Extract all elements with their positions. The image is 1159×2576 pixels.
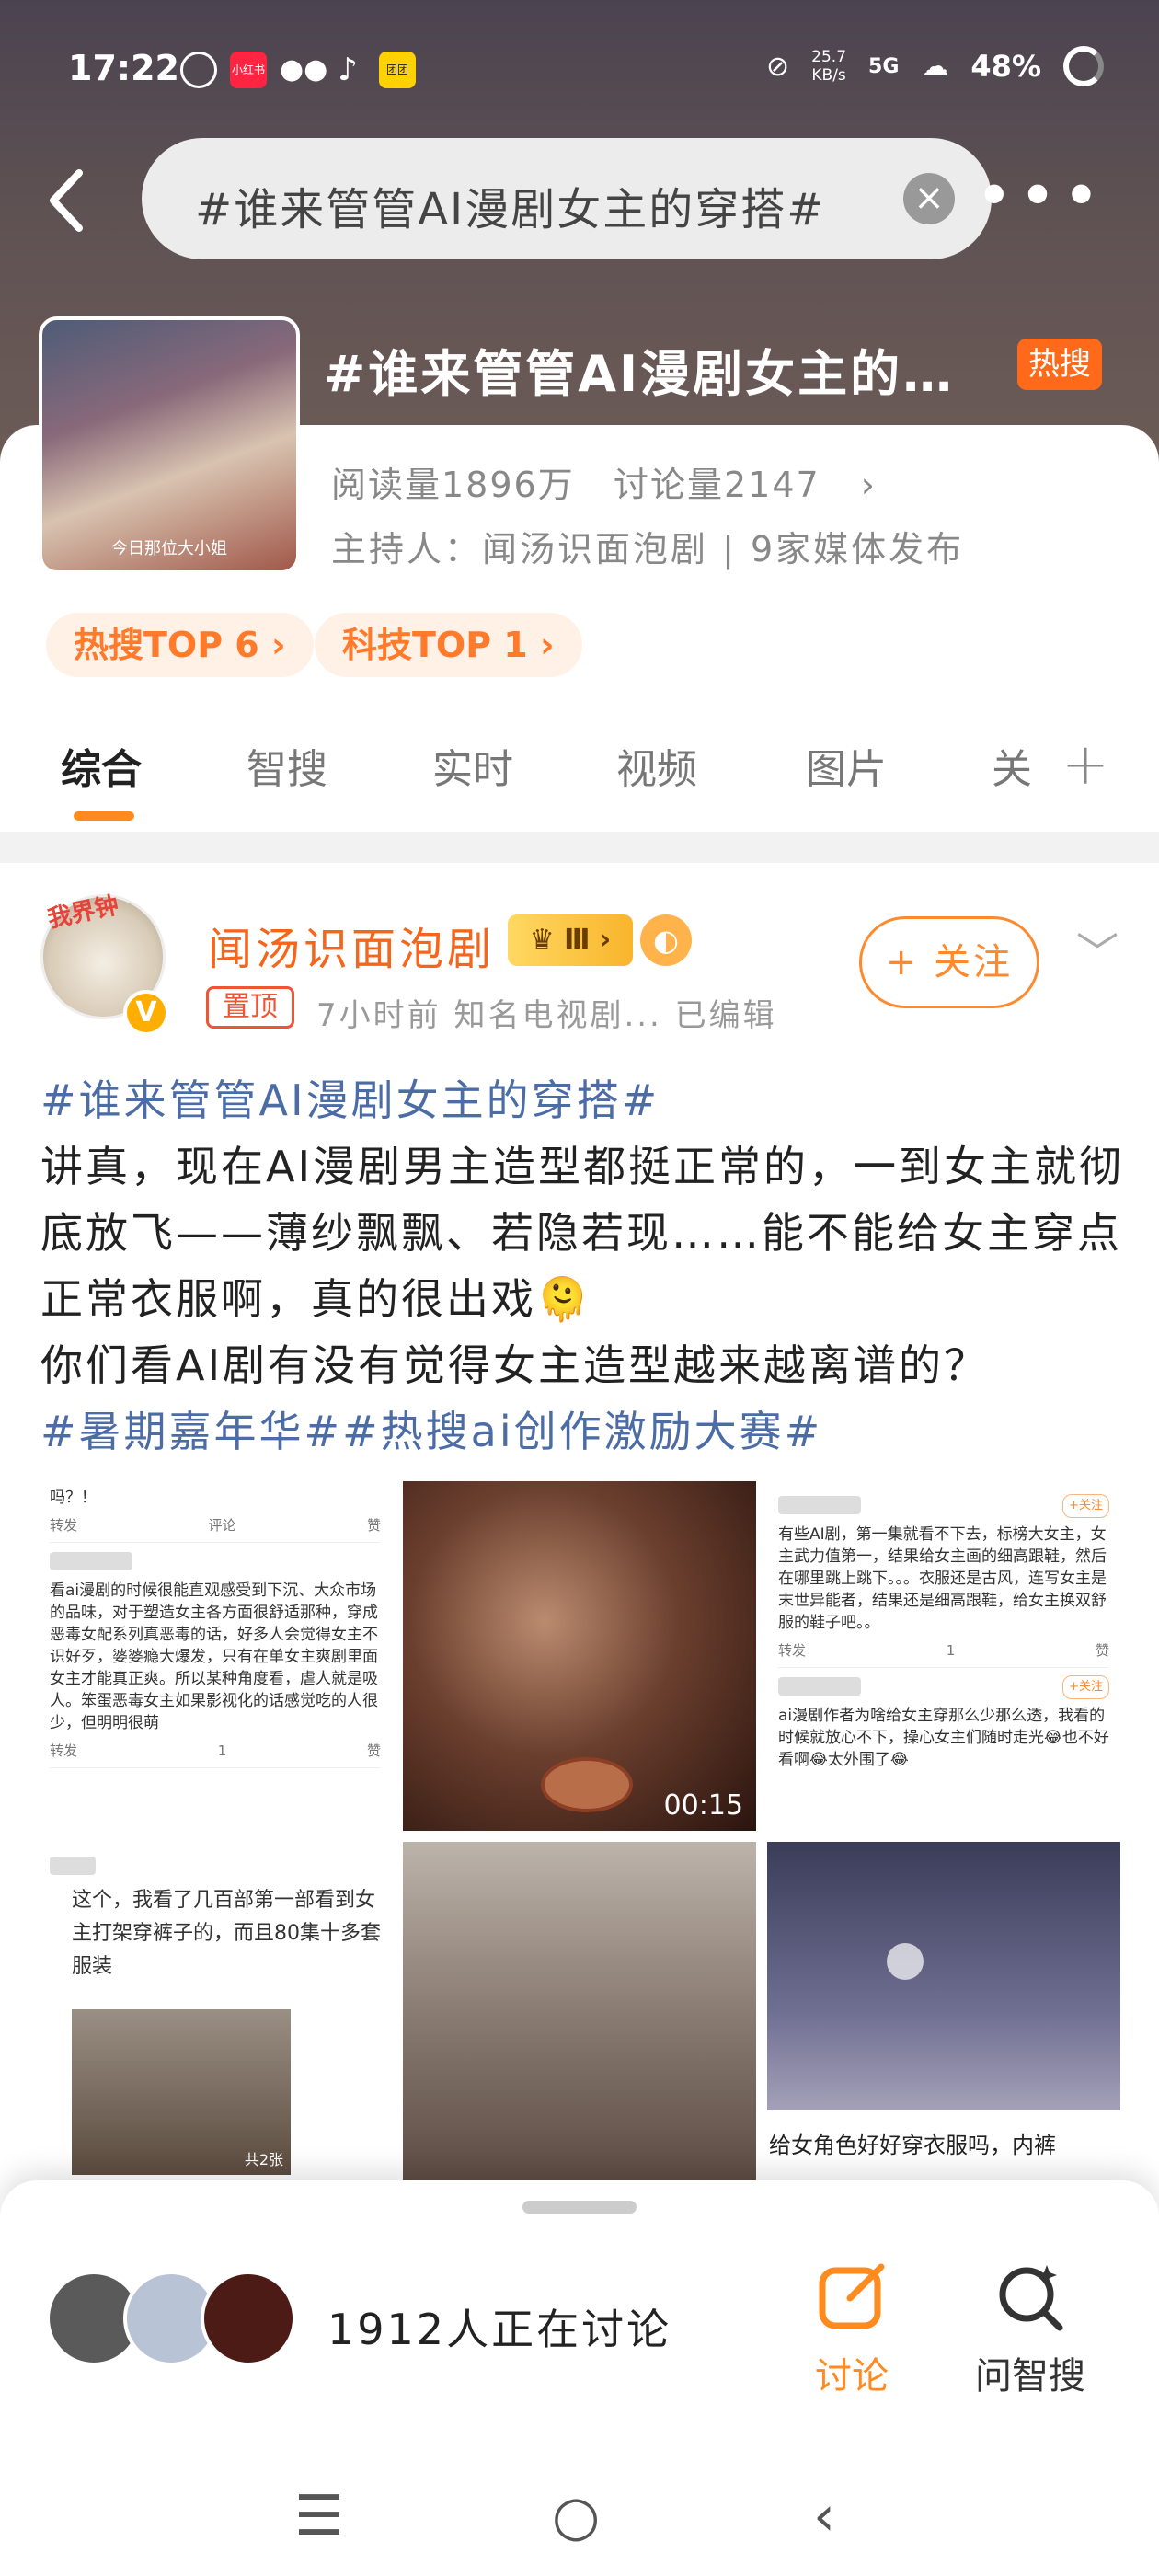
- post-meta: 7小时前 知名电视剧... 已编辑: [316, 997, 777, 1034]
- no-ring-icon: ⊘: [766, 50, 790, 83]
- topic-host: 主持人：闻汤识面泡剧 | 9家媒体发布: [331, 529, 965, 569]
- discussion-count-label[interactable]: 1912人正在讨论: [327, 2296, 671, 2357]
- discussion-count: 讨论量2147: [613, 465, 820, 505]
- clear-search-icon[interactable]: ×: [903, 173, 955, 224]
- tab-all[interactable]: 综合: [61, 736, 142, 795]
- shot3-text-2: ai漫剧作者为啥给女主穿那么少那么透，我看的时候就放心不下，操心女主们随时走光😂…: [778, 1707, 1109, 1769]
- ask-smart-search-button[interactable]: 问智搜: [966, 2260, 1095, 2399]
- tab-related[interactable]: 关: [992, 736, 1032, 795]
- post-username[interactable]: 闻汤识面泡剧: [208, 913, 495, 977]
- tab-images[interactable]: 图片: [806, 736, 887, 795]
- shot3-text: 有些AI剧，第一集就看不下去，标榜大女主，女主武力值第一，结果给女主画的细高跟鞋…: [778, 1525, 1107, 1632]
- grid-video-1[interactable]: 00:15: [403, 1481, 756, 1831]
- status-right: ⊘ 25.7 KB/s 5G ☁ 48%: [766, 46, 1104, 86]
- topic-cover-image[interactable]: 今日那位大小姐: [39, 316, 300, 574]
- section-divider: [0, 832, 1159, 863]
- weibo-topic-page: 17:22 小红书 ●● ♪ 团团 ⊘ 25.7 KB/s 5G ☁ 48% #…: [0, 0, 1159, 2576]
- shot1-text: 看ai漫剧的时候很能直观感受到下沉、大众市场的品味，对于塑造女主各方面很舒适那种…: [50, 1581, 378, 1732]
- active-tab-indicator: [74, 811, 134, 821]
- live-photo-icon: [887, 1943, 924, 1980]
- hot-badge: 热搜: [1017, 339, 1102, 390]
- verified-badge-icon: V: [123, 990, 169, 1036]
- status-app-icons: 小红书 ●● ♪ 团团: [180, 52, 416, 88]
- grid-image-5[interactable]: [403, 1842, 756, 2180]
- avatar: [201, 2271, 296, 2366]
- grid-image-1[interactable]: 吗？！ 转发 评论 赞 看ai漫剧的时候很能直观感受到下沉、大众市场的品味，对于…: [39, 1481, 392, 1831]
- img6-caption: 给女角色好好穿衣服吗，内裤: [767, 2110, 1120, 2180]
- xiaohongshu-icon: 小红书: [230, 52, 267, 88]
- chevron-down-icon[interactable]: ﹀: [1076, 920, 1119, 981]
- more-options-icon[interactable]: •••: [975, 164, 1106, 228]
- discussant-avatars[interactable]: [46, 2271, 304, 2372]
- cover-caption: 今日那位大小姐: [111, 539, 227, 558]
- avatar-sticker-text: 我界钟: [45, 891, 121, 934]
- hot-search-rank-chip[interactable]: 热搜TOP 6 ›: [46, 613, 314, 677]
- fish-badge-icon[interactable]: ◐: [640, 914, 692, 966]
- search-bar[interactable]: #谁来管管AI漫剧女主的穿搭# ×: [142, 138, 992, 259]
- image-grid: 吗？！ 转发 评论 赞 看ai漫剧的时候很能直观感受到下沉、大众市场的品味，对于…: [39, 1481, 1120, 2180]
- topic-stats[interactable]: 阅读量1896万 讨论量2147 ›: [331, 456, 877, 507]
- search-input[interactable]: #谁来管管AI漫剧女主的穿搭#: [195, 173, 857, 237]
- signal-5g-icon: 5G: [868, 54, 900, 78]
- tech-rank-chip[interactable]: 科技TOP 1 ›: [315, 613, 582, 677]
- video-duration: 00:15: [663, 1789, 743, 1822]
- system-nav-bar: ☰ ○ ‹: [0, 2466, 1159, 2576]
- shot4-text: 这个，我看了几百部第一部看到女主打架穿裤子的，而且80集十多套服装: [72, 1889, 381, 1978]
- wechat-icon: ●●: [280, 53, 328, 86]
- status-time: 17:22: [68, 48, 179, 88]
- meituan-icon: 团团: [379, 52, 416, 88]
- back-nav-icon[interactable]: ‹: [813, 2484, 835, 2548]
- battery-ring-icon: [1063, 46, 1104, 86]
- tab-realtime[interactable]: 实时: [432, 736, 513, 795]
- post-body[interactable]: #谁来管管AI漫剧女主的穿搭# 讲真，现在AI漫剧男主造型都挺正常的，一到女主就…: [40, 1067, 1126, 1465]
- status-bar: 17:22 小红书 ●● ♪ 团团 ⊘ 25.7 KB/s 5G ☁ 48%: [0, 0, 1159, 147]
- post-text-2: 你们看AI剧有没有觉得女主造型越来越离谱的？: [40, 1340, 990, 1390]
- topic-title: #谁来管管AI漫剧女主的…: [324, 345, 956, 403]
- tiktok-icon: ♪: [338, 52, 358, 88]
- grid-image-4[interactable]: 这个，我看了几百部第一部看到女主打架穿裤子的，而且80集十多套服装 共2张: [39, 1842, 392, 2180]
- smart-search-icon: [999, 2265, 1063, 2331]
- post-hashtag[interactable]: #谁来管管AI漫剧女主的穿搭#: [40, 1067, 1126, 1133]
- weibo-icon: [180, 52, 217, 88]
- grid-image-3[interactable]: +关注 有些AI剧，第一集就看不下去，标榜大女主，女主武力值第一，结果给女主画的…: [767, 1481, 1120, 1831]
- shot3-follow: +关注: [1062, 1494, 1109, 1518]
- menu-icon[interactable]: ☰: [294, 2484, 344, 2548]
- pinned-badge: 置顶: [206, 986, 294, 1029]
- wifi-icon: ☁: [921, 50, 949, 83]
- shot1-actions: 转发 评论 赞: [50, 1509, 381, 1543]
- tab-smart-search[interactable]: 智搜: [247, 736, 327, 795]
- follow-button[interactable]: + 关注: [859, 916, 1039, 1008]
- chevron-right-icon: ›: [860, 465, 877, 505]
- back-button[interactable]: [44, 164, 99, 237]
- crown-level-badge[interactable]: ♛ Ⅲ ›: [508, 914, 633, 966]
- home-icon[interactable]: ○: [552, 2484, 600, 2548]
- tab-bar: 综合 智搜 实时 视频 图片 关 +: [0, 727, 1159, 828]
- shot1-actions-2: 转发 1 赞: [50, 1734, 381, 1768]
- discuss-button[interactable]: 讨论: [797, 2260, 907, 2399]
- post-text-1: 讲真，现在AI漫剧男主造型都挺正常的，一到女主就彻底放飞——薄纱飘飘、若隐若现……: [40, 1142, 1125, 1324]
- read-count: 阅读量1896万: [331, 465, 575, 505]
- network-speed: 25.7 KB/s: [811, 48, 847, 85]
- battery-text: 48%: [970, 49, 1041, 84]
- shot3-actions: 转发 1 赞: [778, 1634, 1109, 1668]
- add-tab-icon[interactable]: +: [1061, 730, 1109, 798]
- post-tags[interactable]: #暑期嘉年华##热搜ai创作激励大赛#: [40, 1398, 1126, 1465]
- edit-icon: [819, 2263, 885, 2329]
- grid-image-6[interactable]: 给女角色好好穿衣服吗，内裤: [767, 1842, 1120, 2180]
- drag-handle[interactable]: [522, 2201, 637, 2214]
- rouge-pot: [541, 1757, 633, 1812]
- shot4-thumbnail: 共2张: [72, 2009, 291, 2175]
- tab-video[interactable]: 视频: [616, 736, 697, 795]
